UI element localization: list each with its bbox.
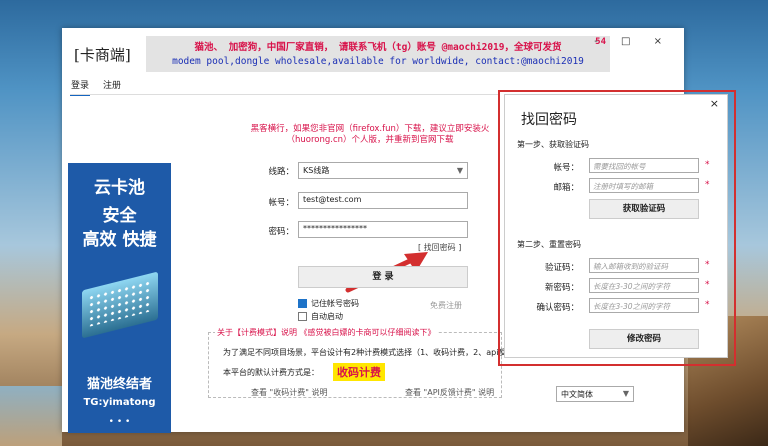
get-code-button[interactable]: 获取验证码 bbox=[589, 199, 699, 219]
remember-checkbox[interactable]: 记住帐号密码 bbox=[298, 298, 359, 309]
confirm-password-label: 确认密码： bbox=[536, 303, 579, 313]
security-notice: 黑客横行，如果您非官网（firefox.fun）下载，建议立即安装火 （huor… bbox=[230, 124, 510, 146]
view-api-billing-link[interactable]: 查看 "API反馈计费" 说明 bbox=[405, 387, 494, 398]
tab-divider bbox=[70, 94, 500, 95]
step-one-heading: 第一步、获取验证码 bbox=[517, 140, 589, 149]
chevron-down-icon: ▼ bbox=[456, 166, 463, 175]
recover-email-input[interactable]: 注册时填写的邮箱 bbox=[589, 178, 699, 193]
recover-email-label: 邮箱： bbox=[553, 183, 579, 193]
password-label: 密码： bbox=[268, 227, 294, 237]
required-mark: * bbox=[705, 300, 710, 310]
promo-security: 安全 bbox=[102, 206, 137, 226]
promo-title: 云卡池 bbox=[94, 178, 145, 198]
remember-label: 记住帐号密码 bbox=[311, 299, 359, 308]
checkbox-unchecked-icon[interactable] bbox=[298, 312, 307, 321]
language-select[interactable]: 中文简体 ▼ bbox=[556, 386, 634, 402]
route-select[interactable]: KS线路 ▼ bbox=[298, 162, 468, 179]
verify-code-input[interactable]: 输入邮箱收到的验证码 bbox=[589, 258, 699, 273]
free-register-link[interactable]: 免费注册 bbox=[430, 300, 462, 311]
promo-banner: 云卡池 安全 高效 快捷 猫池终结者 TG:yimatong • • • bbox=[68, 163, 171, 433]
account-label: 帐号： bbox=[268, 198, 294, 208]
required-mark: * bbox=[705, 280, 710, 290]
recover-account-input[interactable]: 需要找回的帐号 bbox=[589, 158, 699, 173]
route-label: 线路： bbox=[268, 167, 294, 177]
new-password-input[interactable]: 长度在3-30之间的字符 bbox=[589, 278, 699, 293]
notice-line-1: 黑客横行，如果您非官网（firefox.fun）下载，建议立即安装火 bbox=[250, 124, 490, 134]
window-controls[interactable]: - □ × bbox=[594, 36, 672, 47]
recover-account-label: 帐号： bbox=[553, 163, 579, 173]
confirm-password-input[interactable]: 长度在3-30之间的字符 bbox=[589, 298, 699, 313]
billing-default-value: 收码计费 bbox=[333, 363, 385, 381]
autostart-label: 自动启动 bbox=[311, 312, 343, 321]
background-shore bbox=[0, 386, 62, 446]
promo-efficiency: 高效 快捷 bbox=[82, 230, 157, 250]
login-button[interactable]: 登 录 bbox=[298, 266, 468, 288]
step-two-heading: 第二步、重置密码 bbox=[517, 240, 581, 249]
required-mark: * bbox=[705, 180, 710, 190]
recover-password-dialog: × 找回密码 第一步、获取验证码 帐号： 需要找回的帐号 * 邮箱： 注册时填写… bbox=[504, 94, 728, 358]
billing-info-box: 关于【计费模式】说明 《感觉被白嫖的卡商可以仔细阅读下》 为了满足不同项目场景，… bbox=[208, 327, 506, 398]
modem-pool-image bbox=[82, 271, 158, 339]
verify-code-label: 验证码： bbox=[544, 263, 579, 273]
modify-password-button[interactable]: 修改密码 bbox=[589, 329, 699, 349]
promo-slogan: 猫池终结者 bbox=[86, 377, 152, 392]
new-password-label: 新密码： bbox=[544, 283, 579, 293]
language-value: 中文简体 bbox=[561, 390, 593, 399]
account-input[interactable]: test@test.com bbox=[298, 192, 468, 209]
contact-banner: 猫池、 加密狗，中国厂家直销， 请联系飞机（tg）账号 @maochi2019，… bbox=[146, 36, 610, 72]
close-icon[interactable]: × bbox=[710, 97, 719, 110]
route-select-value: KS线路 bbox=[303, 166, 330, 175]
app-title: [卡商端] bbox=[74, 46, 131, 64]
title-bar: [卡商端] 猫池、 加密狗，中国厂家直销， 请联系飞机（tg）账号 @maoch… bbox=[62, 28, 684, 72]
required-mark: * bbox=[705, 160, 710, 170]
required-mark: * bbox=[705, 260, 710, 270]
billing-legend: 关于【计费模式】说明 《感觉被白嫖的卡商可以仔细阅读下》 bbox=[215, 327, 438, 338]
banner-line-chinese: 猫池、 加密狗，中国厂家直销， 请联系飞机（tg）账号 @maochi2019，… bbox=[194, 42, 562, 53]
billing-default-label: 本平台的默认计费方式是： bbox=[223, 368, 319, 377]
promo-contact: TG:yimatong bbox=[83, 397, 156, 408]
notice-line-2: （huorong.cn）个人版，并重新到官网下载 bbox=[286, 135, 454, 145]
view-code-billing-link[interactable]: 查看 "收码计费" 说明 bbox=[251, 387, 327, 398]
autostart-checkbox[interactable]: 自动启动 bbox=[298, 311, 343, 322]
chevron-down-icon: ▼ bbox=[622, 389, 629, 398]
promo-dots: • • • bbox=[108, 417, 131, 427]
dialog-title: 找回密码 bbox=[521, 112, 577, 128]
billing-description: 为了满足不同项目场景，平台设计有2种计费模式选择（1、收码计费，2、api反 bbox=[223, 348, 507, 357]
password-input[interactable]: **************** bbox=[298, 221, 468, 238]
banner-line-english: modem pool,dongle wholesale,available fo… bbox=[172, 56, 584, 67]
checkbox-checked-icon[interactable] bbox=[298, 299, 307, 308]
